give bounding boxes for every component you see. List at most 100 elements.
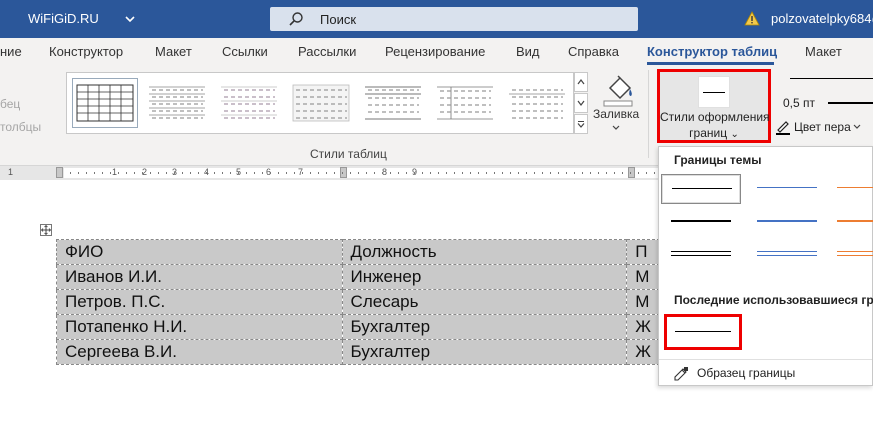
ruler-tick <box>494 172 495 174</box>
ruler-tick <box>334 172 335 174</box>
table-cell[interactable]: Потапенко Н.И. <box>56 314 343 340</box>
ruler-tick <box>430 172 431 174</box>
chevron-down-icon[interactable] <box>611 124 621 132</box>
more-icon <box>577 121 585 128</box>
gallery-expand-button[interactable] <box>574 114 588 134</box>
warning-icon[interactable] <box>744 11 760 26</box>
tab-review[interactable]: Рецензирование <box>385 44 485 59</box>
tab-table-design[interactable]: Конструктор таблиц <box>647 44 777 59</box>
table-cell[interactable]: Петров. П.С. <box>56 289 343 315</box>
border-swatch-blue-double[interactable] <box>747 240 827 270</box>
pen-weight-value[interactable]: 0,5 пт <box>783 96 815 110</box>
ruler-tick <box>462 172 463 174</box>
fill-button-label[interactable]: Заливка <box>593 107 639 121</box>
table-cell[interactable]: Должность <box>341 239 628 265</box>
pen-color-label[interactable]: Цвет пера <box>794 120 851 134</box>
ruler-tick <box>246 172 247 174</box>
table-cell[interactable]: Иванов И.И. <box>56 264 343 290</box>
border-swatch-blue-thin[interactable] <box>747 174 827 204</box>
table-style-plain-5[interactable] <box>433 79 497 127</box>
ruler-tick <box>294 172 295 174</box>
table-style-plain-4[interactable] <box>361 79 425 127</box>
tab-insert[interactable]: ние <box>0 44 22 59</box>
ruler-tick <box>78 172 79 174</box>
ruler-tick <box>478 172 479 174</box>
border-style-preview-icon <box>698 76 730 108</box>
ruler-tick <box>390 172 391 174</box>
ruler-tick <box>278 172 279 174</box>
chevron-down-icon[interactable] <box>852 123 862 131</box>
border-swatch-blue-thick[interactable] <box>747 207 827 237</box>
table-move-handle[interactable] <box>40 224 52 236</box>
table-cell[interactable]: Бухгалтер <box>341 339 628 365</box>
border-swatch-orange-thin[interactable] <box>827 174 873 204</box>
ruler-tick <box>358 172 359 174</box>
tab-view[interactable]: Вид <box>516 44 540 59</box>
table-style-plain-6[interactable] <box>505 79 569 127</box>
table-cell[interactable]: П <box>626 239 660 265</box>
tab-table-layout[interactable]: Макет <box>805 44 842 59</box>
ruler-indent-marker[interactable] <box>56 167 63 178</box>
border-swatch-orange-double[interactable] <box>827 240 873 270</box>
ruler-tick <box>110 172 111 174</box>
paint-bucket-icon[interactable] <box>600 72 636 108</box>
table-cell[interactable]: Ж <box>626 314 660 340</box>
tab-layout[interactable]: Макет <box>155 44 192 59</box>
ruler-tick <box>206 172 207 174</box>
search-box[interactable]: Поиск <box>270 7 638 31</box>
table-style-grid[interactable] <box>72 78 138 128</box>
table-style-plain-2[interactable] <box>217 79 281 127</box>
ruler-tick <box>126 172 127 174</box>
table-cell[interactable]: ФИО <box>56 239 343 265</box>
ruler-tick <box>558 172 559 174</box>
ruler-tick <box>190 172 191 174</box>
chevron-down-icon[interactable] <box>124 13 136 25</box>
gallery-scroll-up-button[interactable] <box>574 72 588 92</box>
ruler-tick <box>350 172 351 174</box>
ruler-tick <box>374 172 375 174</box>
tab-design[interactable]: Конструктор <box>49 44 123 59</box>
table-cell[interactable]: Бухгалтер <box>341 314 628 340</box>
tab-help[interactable]: Справка <box>568 44 619 59</box>
pen-color-icon[interactable] <box>775 119 791 135</box>
user-account[interactable]: polzovatelpky684@ <box>771 11 873 26</box>
border-swatch-orange-thick[interactable] <box>827 207 873 237</box>
dropdown-separator <box>659 359 872 360</box>
ruler-tick <box>590 172 591 174</box>
ruler-tick <box>198 172 199 174</box>
table-row: ФИО Должность П <box>56 239 660 265</box>
table-cell[interactable]: Сергеева В.И. <box>56 339 343 365</box>
ruler-body <box>64 168 660 178</box>
table-cell[interactable]: Инженер <box>341 264 628 290</box>
ruler-tick <box>622 172 623 174</box>
app-name: WiFiGiD.RU <box>28 11 99 26</box>
border-swatch-black-thin[interactable] <box>661 174 741 204</box>
tab-references[interactable]: Ссылки <box>222 44 268 59</box>
pen-style-selector[interactable] <box>790 78 873 79</box>
table-row: Сергеева В.И. Бухгалтер Ж <box>56 339 660 365</box>
table-row: Петров. П.С. Слесарь М <box>56 289 660 315</box>
border-styles-button[interactable]: Стили оформления границ ⌄ <box>657 69 771 143</box>
border-sampler-item[interactable]: Образец границы <box>697 366 795 380</box>
border-swatch-black-thick[interactable] <box>661 207 741 237</box>
table-cell[interactable]: М <box>626 289 660 315</box>
table-style-plain-1[interactable] <box>145 79 209 127</box>
ruler-tick <box>142 172 143 174</box>
table-style-plain-3[interactable] <box>289 79 353 127</box>
tab-mailings[interactable]: Рассылки <box>298 44 356 59</box>
ruler-tick <box>262 172 263 174</box>
table-cell[interactable]: Ж <box>626 339 660 365</box>
table-cell[interactable]: Слесарь <box>341 289 628 315</box>
ruler-tick <box>254 172 255 174</box>
gallery-scroll <box>574 72 588 134</box>
ruler-tick <box>654 172 655 174</box>
border-swatch-black-double[interactable] <box>661 240 741 270</box>
search-icon <box>289 12 303 26</box>
recent-border-swatch[interactable] <box>664 314 742 350</box>
ruler-tick <box>614 172 615 174</box>
gallery-scroll-down-button[interactable] <box>574 93 588 113</box>
ruler-tick <box>566 172 567 174</box>
chevron-down-icon <box>577 100 585 106</box>
ruler-tick <box>238 172 239 174</box>
table-cell[interactable]: М <box>626 264 660 290</box>
